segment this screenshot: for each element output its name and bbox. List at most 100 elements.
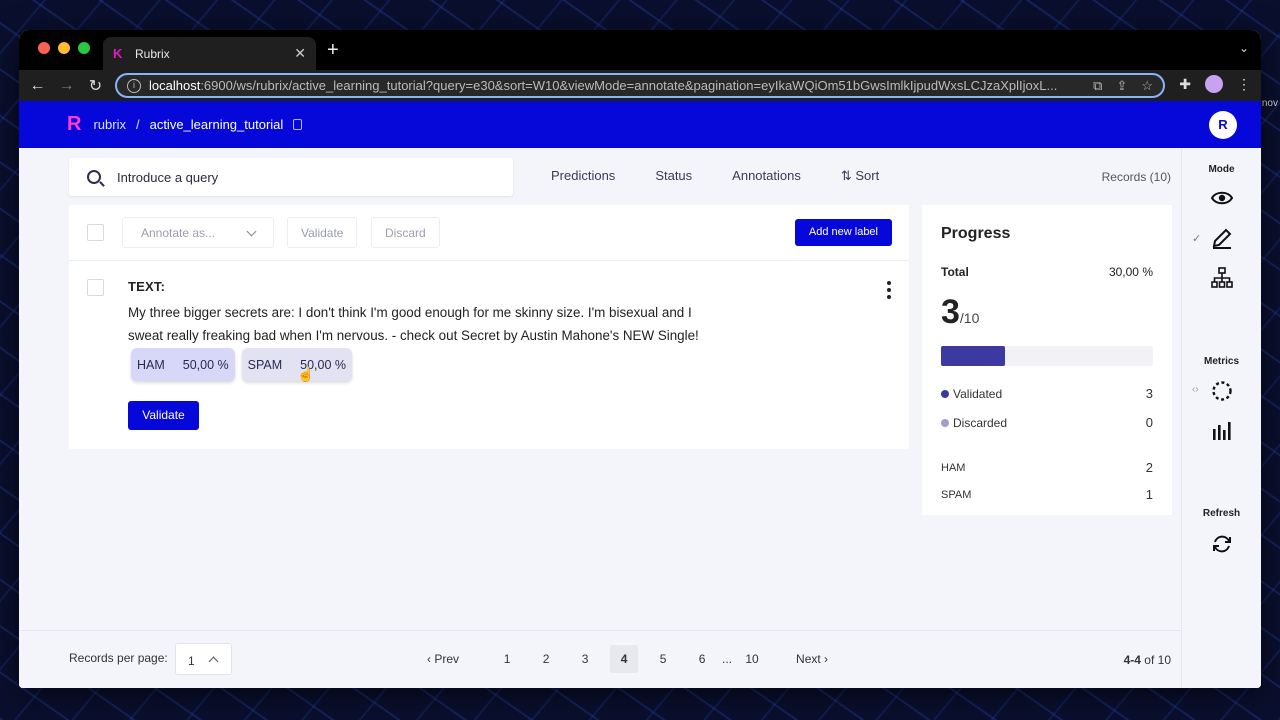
- label-chip-ham[interactable]: HAM 50,00 %: [131, 348, 235, 381]
- bulk-actions-toolbar: Annotate as... Validate Discard Add new …: [69, 205, 909, 261]
- page-10[interactable]: 10: [738, 645, 766, 673]
- total-row: Total 30,00 %: [941, 265, 1153, 279]
- url-text[interactable]: localhost:6900/ws/rubrix/active_learning…: [149, 78, 1093, 93]
- records-per-page-select[interactable]: 1: [175, 643, 232, 675]
- prev-label: Prev: [434, 652, 460, 666]
- search-icon: [87, 170, 101, 184]
- pencil-icon[interactable]: [1210, 226, 1234, 250]
- browser-toolbar: ← → ↻ i localhost:6900/ws/rubrix/active_…: [19, 70, 1261, 101]
- select-all-checkbox[interactable]: [87, 224, 104, 241]
- label-count-row-spam: SPAM 1: [941, 487, 1153, 502]
- metrics-title: Metrics: [1203, 356, 1239, 367]
- label-count: 1: [1145, 487, 1153, 502]
- record-menu-icon[interactable]: [887, 281, 891, 299]
- hand-pointer-icon: ☝: [297, 366, 315, 382]
- page-4[interactable]: 4: [610, 645, 639, 673]
- record-validate-button[interactable]: Validate: [128, 401, 199, 430]
- chevron-up-icon: [208, 656, 219, 667]
- bar-chart-icon[interactable]: [1210, 419, 1234, 443]
- bulk-discard-button[interactable]: Discard: [371, 217, 440, 248]
- add-new-label-button[interactable]: Add new label: [794, 219, 892, 246]
- progress-panel: Progress Total 30,00 % 3/10 Validated 3 …: [922, 205, 1172, 515]
- maximize-window-button[interactable]: [78, 42, 90, 54]
- validated-dot-icon: [941, 389, 949, 398]
- total-percent: 30,00 %: [1108, 265, 1153, 279]
- minimize-window-button[interactable]: [58, 42, 70, 54]
- search-bar: [69, 158, 513, 196]
- page-3[interactable]: 3: [571, 645, 599, 673]
- page-2[interactable]: 2: [532, 645, 560, 673]
- range-current: 4-4: [1123, 653, 1141, 667]
- next-page-button[interactable]: Next ›: [788, 645, 836, 673]
- record-text: My three bigger secrets are: I don't thi…: [128, 305, 699, 343]
- records-count: Records (10): [1101, 170, 1171, 184]
- page-6[interactable]: 6: [688, 645, 716, 673]
- label-name: HAM: [941, 461, 966, 474]
- prev-page-button[interactable]: ‹ Prev: [419, 645, 467, 673]
- total-label: Total: [941, 265, 969, 279]
- search-input[interactable]: [117, 169, 477, 185]
- pager: ‹ Prev 1 2 3 4 5 6 ... 10 Next ›: [419, 645, 836, 673]
- page-5[interactable]: 5: [649, 645, 677, 673]
- back-icon[interactable]: ←: [23, 77, 52, 95]
- reload-icon[interactable]: ↻: [81, 76, 110, 96]
- breadcrumb-workspace[interactable]: rubrix: [93, 117, 126, 132]
- chevron-down-icon: [246, 226, 257, 237]
- address-bar[interactable]: i localhost:6900/ws/rubrix/active_learni…: [115, 73, 1165, 98]
- validated-row: Validated 3: [941, 386, 1153, 401]
- tab-strip: K Rubrix ✕ + ⌄: [19, 30, 1261, 70]
- hierarchy-icon[interactable]: [1210, 266, 1234, 290]
- label-chips: HAM 50,00 % SPAM 50,00 %: [131, 348, 353, 381]
- extensions-area: ✚ ⋮: [1179, 75, 1251, 93]
- validated-count: 3: [1145, 386, 1153, 401]
- extensions-puzzle-icon[interactable]: ✚: [1179, 76, 1191, 93]
- filters-bar: Predictions Status Annotations ⇅ Sort: [551, 168, 879, 184]
- right-sidebar: Mode ✓ Metrics ‹› Refresh: [1181, 148, 1261, 688]
- eye-icon[interactable]: [1210, 186, 1234, 210]
- share-icon[interactable]: ⇪: [1116, 78, 1127, 94]
- translate-icon[interactable]: ⧉: [1093, 78, 1102, 94]
- filter-predictions[interactable]: Predictions: [551, 168, 615, 184]
- filter-status[interactable]: Status: [655, 168, 692, 184]
- page-ellipsis: ...: [722, 652, 733, 666]
- user-avatar[interactable]: R: [1209, 111, 1237, 139]
- annotate-as-dropdown[interactable]: Annotate as...: [122, 217, 274, 248]
- record-field-label: TEXT:: [128, 279, 166, 294]
- new-tab-button[interactable]: +: [327, 39, 339, 62]
- next-label: Next: [796, 652, 821, 666]
- bookmark-star-icon[interactable]: ☆: [1141, 78, 1153, 94]
- sort-button[interactable]: ⇅ Sort: [841, 168, 879, 184]
- chip-label: SPAM: [247, 357, 283, 372]
- records-range: 4-4 of 10: [1124, 653, 1171, 667]
- progress-total: /10: [959, 310, 980, 326]
- url-host: localhost: [149, 78, 201, 93]
- refresh-icon[interactable]: [1210, 532, 1234, 556]
- records-per-page-value: 1: [188, 654, 195, 668]
- profile-avatar[interactable]: [1205, 75, 1223, 93]
- discarded-count: 0: [1145, 415, 1153, 430]
- rubrix-logo[interactable]: R: [67, 113, 81, 136]
- browser-tab[interactable]: K Rubrix ✕: [103, 37, 316, 70]
- page-1[interactable]: 1: [493, 645, 521, 673]
- background-window-text: nov: [1261, 98, 1278, 109]
- browser-menu-icon[interactable]: ⋮: [1237, 76, 1251, 93]
- omnibox-icons: ⧉ ⇪ ☆: [1093, 78, 1153, 94]
- copy-icon[interactable]: [293, 119, 303, 130]
- window-controls: [38, 42, 90, 54]
- rubrix-favicon-icon: K: [113, 45, 123, 61]
- tab-search-chevron-icon[interactable]: ⌄: [1239, 41, 1249, 55]
- record-checkbox[interactable]: [87, 279, 104, 296]
- range-total: of 10: [1140, 653, 1171, 667]
- site-info-icon[interactable]: i: [127, 78, 141, 93]
- filter-annotations[interactable]: Annotations: [732, 168, 801, 184]
- forward-icon[interactable]: →: [52, 77, 81, 95]
- label-count: 2: [1145, 460, 1153, 475]
- close-window-button[interactable]: [38, 42, 50, 54]
- chip-score: 50,00 %: [182, 357, 229, 372]
- bulk-validate-button[interactable]: Validate: [287, 217, 358, 248]
- progress-ring-icon[interactable]: [1210, 379, 1234, 403]
- code-icon: ‹›: [1192, 384, 1199, 395]
- discarded-dot-icon: [941, 418, 949, 427]
- url-path: :6900/ws/rubrix/active_learning_tutorial…: [200, 78, 1058, 93]
- close-tab-icon[interactable]: ✕: [294, 45, 306, 62]
